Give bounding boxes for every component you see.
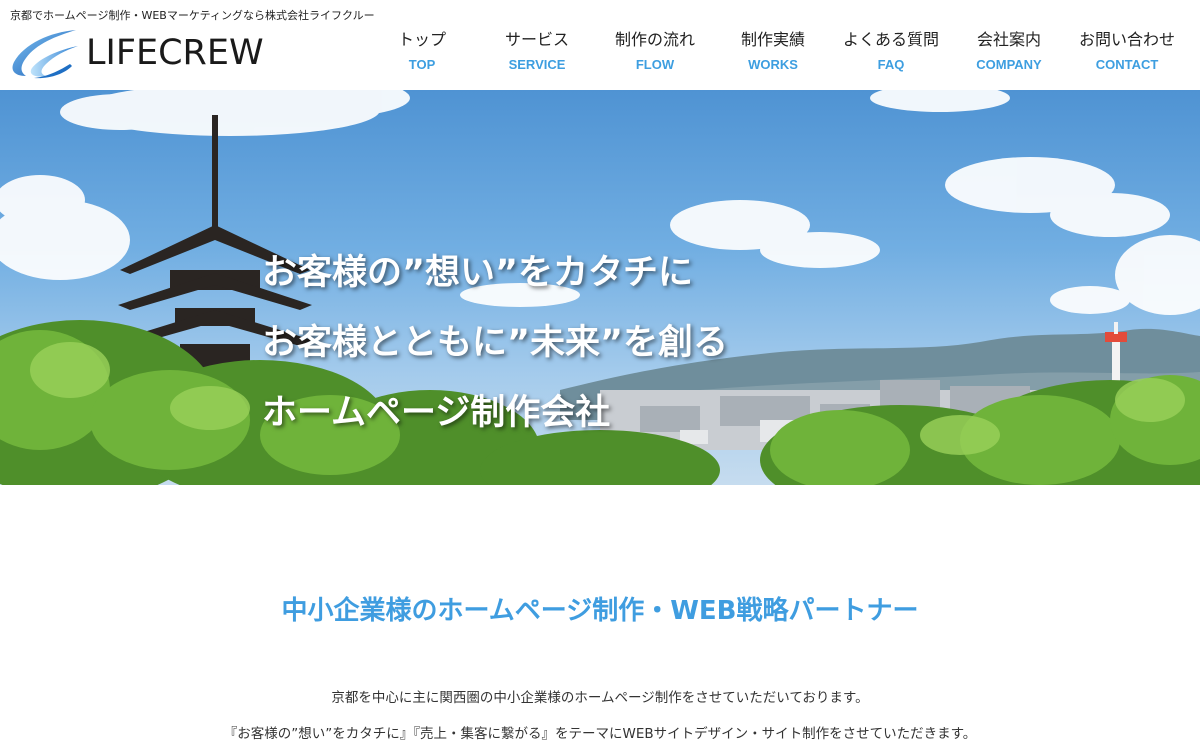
site-header: 京都でホームページ制作・WEBマーケティングなら株式会社ライフクルー LIFEC…	[0, 0, 1200, 90]
nav-label-en: FAQ	[877, 57, 905, 72]
nav-label-ja: 会社案内	[976, 30, 1041, 49]
intro-heading: 中小企業様のホームページ制作・WEB戦略パートナー	[281, 596, 919, 626]
intro-paragraph-2: 『お客様の”想い”をカタチに』『売上・集客に繋がる』をテーマにWEBサイトデザイ…	[223, 726, 977, 742]
hero-line-3: ホームページ制作会社	[262, 393, 611, 433]
nav-label-ja: 制作実績	[740, 30, 805, 49]
hero-line-2: お客様とともに”未来”を創る	[262, 323, 729, 363]
nav-label-ja: トップ	[397, 30, 446, 49]
swoosh-logo-icon	[12, 30, 78, 79]
nav-item-faq[interactable]: よくある質問 FAQ	[832, 22, 950, 80]
nav-item-top[interactable]: トップ TOP	[363, 22, 481, 80]
nav-label-ja: よくある質問	[842, 30, 939, 49]
nav-label-en: SERVICE	[508, 57, 566, 72]
header-tagline: 京都でホームページ制作・WEBマーケティングなら株式会社ライフクルー	[10, 9, 375, 22]
nav-item-service[interactable]: サービス SERVICE	[478, 22, 596, 80]
hero-line-1: お客様の”想い”をカタチに	[262, 253, 694, 293]
nav-item-works[interactable]: 制作実績 WORKS	[714, 22, 832, 80]
hero-catchcopy: お客様の”想い”をカタチに お客様とともに”未来”を創る ホームページ制作会社	[262, 238, 728, 448]
nav-label-ja: 制作の流れ	[614, 30, 695, 49]
nav-label-en: CONTACT	[1095, 57, 1159, 72]
site-logo[interactable]: LIFECREW	[10, 26, 280, 80]
nav-item-flow[interactable]: 制作の流れ FLOW	[596, 22, 714, 80]
nav-item-contact[interactable]: お問い合わせ CONTACT	[1068, 22, 1186, 80]
global-nav: トップ TOP サービス SERVICE 制作の流れ FLOW 制作実績 WOR…	[363, 22, 1200, 82]
hero-section: お客様の”想い”をカタチに お客様とともに”未来”を創る ホームページ制作会社	[0, 90, 1200, 485]
nav-item-company[interactable]: 会社案内 COMPANY	[950, 22, 1068, 80]
nav-label-en: COMPANY	[976, 57, 1042, 72]
nav-label-ja: サービス	[504, 30, 569, 49]
nav-label-en: TOP	[408, 57, 436, 72]
nav-label-en: FLOW	[635, 57, 675, 72]
intro-paragraph-1: 京都を中心に主に関西圏の中小企業様のホームページ制作をさせていただいております。	[331, 690, 869, 706]
nav-label-en: WORKS	[748, 57, 798, 72]
nav-label-ja: お問い合わせ	[1078, 30, 1175, 49]
logo-wordmark: LIFECREW	[86, 32, 264, 73]
